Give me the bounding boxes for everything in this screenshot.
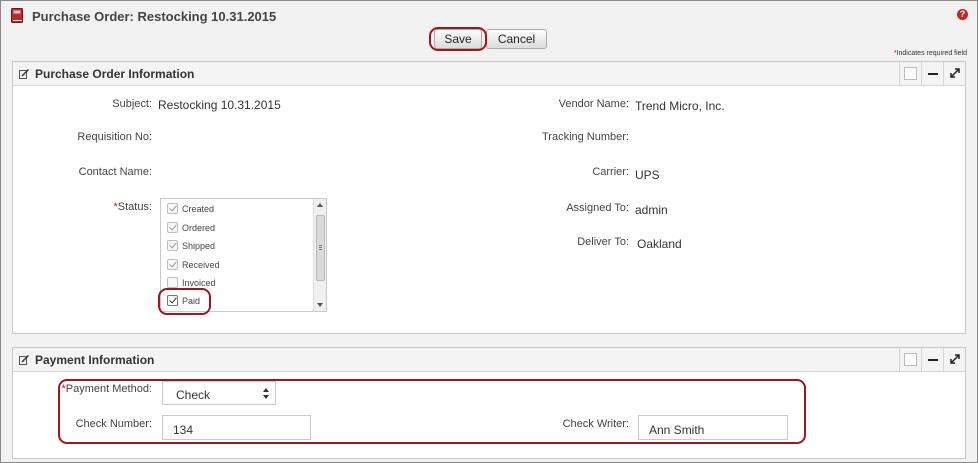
edit-icon	[19, 69, 29, 79]
save-button[interactable]: Save	[434, 29, 482, 49]
status-option-label: Paid	[182, 296, 201, 306]
status-multiselect[interactable]: Created Ordered Shipped Received Invoice…	[160, 198, 327, 312]
panel-title: Purchase Order Information	[35, 67, 195, 81]
payment-method-label-text: Payment Method:	[65, 383, 152, 395]
status-scrollbar[interactable]	[313, 199, 326, 311]
subject-label: Subject:	[112, 98, 152, 110]
updown-icon	[263, 388, 269, 399]
check-number-input[interactable]: 134	[162, 415, 311, 440]
vendor-value: Trend Micro, Inc.	[635, 99, 725, 113]
status-option-label: Invoiced	[182, 278, 216, 288]
check-writer-label: Check Writer:	[562, 418, 629, 430]
panel-minimize-button[interactable]	[921, 348, 943, 371]
status-checkbox[interactable]	[167, 203, 178, 214]
payment-method-label: *Payment Method:	[62, 383, 153, 395]
payment-method-select[interactable]: Check	[162, 381, 276, 405]
assigned-value: admin	[635, 203, 668, 217]
minimize-icon	[928, 359, 938, 361]
required-note-text: Indicates required field	[896, 50, 967, 57]
status-checkbox[interactable]	[167, 222, 178, 233]
requisition-label: Requisition No:	[77, 131, 152, 143]
status-checkbox[interactable]	[167, 277, 178, 288]
check-writer-value: Ann Smith	[649, 423, 705, 437]
status-option-label: Created	[182, 204, 215, 214]
maximize-icon	[950, 68, 960, 78]
check-writer-input[interactable]: Ann Smith	[638, 415, 788, 440]
action-bar: Save Cancel	[1, 29, 978, 51]
edit-icon	[19, 355, 29, 365]
vendor-label: Vendor Name:	[558, 98, 629, 110]
subject-value: Restocking 10.31.2015	[158, 98, 281, 112]
scroll-down-arrow[interactable]	[317, 303, 323, 307]
box-icon	[904, 353, 917, 366]
status-option-label: Received	[182, 260, 220, 270]
deliver-value: Oakland	[637, 237, 682, 251]
panel-minimize-button[interactable]	[921, 62, 943, 85]
panel-maximize-button[interactable]	[943, 348, 965, 371]
status-checkbox[interactable]	[167, 259, 178, 270]
maximize-icon	[950, 354, 960, 364]
status-option-label: Ordered	[182, 223, 216, 233]
panel-box-button[interactable]	[899, 62, 921, 85]
panel-header: Purchase Order Information	[13, 62, 965, 86]
carrier-label: Carrier:	[592, 166, 629, 178]
page-title: Purchase Order: Restocking 10.31.2015	[32, 9, 277, 24]
status-checkbox[interactable]	[167, 240, 178, 251]
panel-header: Payment Information	[13, 348, 965, 372]
window-frame: Purchase Order: Restocking 10.31.2015 ? …	[0, 0, 978, 463]
panel-maximize-button[interactable]	[943, 62, 965, 85]
deliver-label: Deliver To:	[577, 236, 629, 248]
cancel-button[interactable]: Cancel	[486, 29, 547, 49]
check-number-value: 134	[173, 423, 194, 437]
tracking-label: Tracking Number:	[541, 131, 629, 143]
scroll-up-arrow[interactable]	[317, 203, 323, 207]
box-icon	[904, 67, 917, 80]
payment-panel: Payment Information	[12, 347, 966, 459]
status-checkbox[interactable]	[167, 295, 178, 306]
status-label: *Status:	[113, 201, 152, 213]
carrier-value: UPS	[635, 168, 660, 182]
check-number-label: Check Number:	[75, 418, 152, 430]
purchase-order-panel: Purchase Order Information	[12, 61, 966, 334]
help-icon[interactable]: ?	[957, 9, 968, 20]
payment-method-value: Check	[176, 388, 211, 402]
assigned-label: Assigned To:	[566, 202, 629, 214]
minimize-icon	[928, 73, 938, 75]
scroll-thumb[interactable]	[316, 215, 325, 281]
title-bar: Purchase Order: Restocking 10.31.2015 ?	[2, 2, 977, 28]
book-icon	[11, 8, 23, 23]
status-option-label: Shipped	[182, 241, 216, 251]
contact-label: Contact Name:	[78, 166, 152, 178]
required-field-note: *Indicates required field	[894, 50, 967, 57]
panel-title: Payment Information	[35, 353, 155, 367]
status-label-text: Status:	[117, 201, 152, 213]
panel-box-button[interactable]	[899, 348, 921, 371]
